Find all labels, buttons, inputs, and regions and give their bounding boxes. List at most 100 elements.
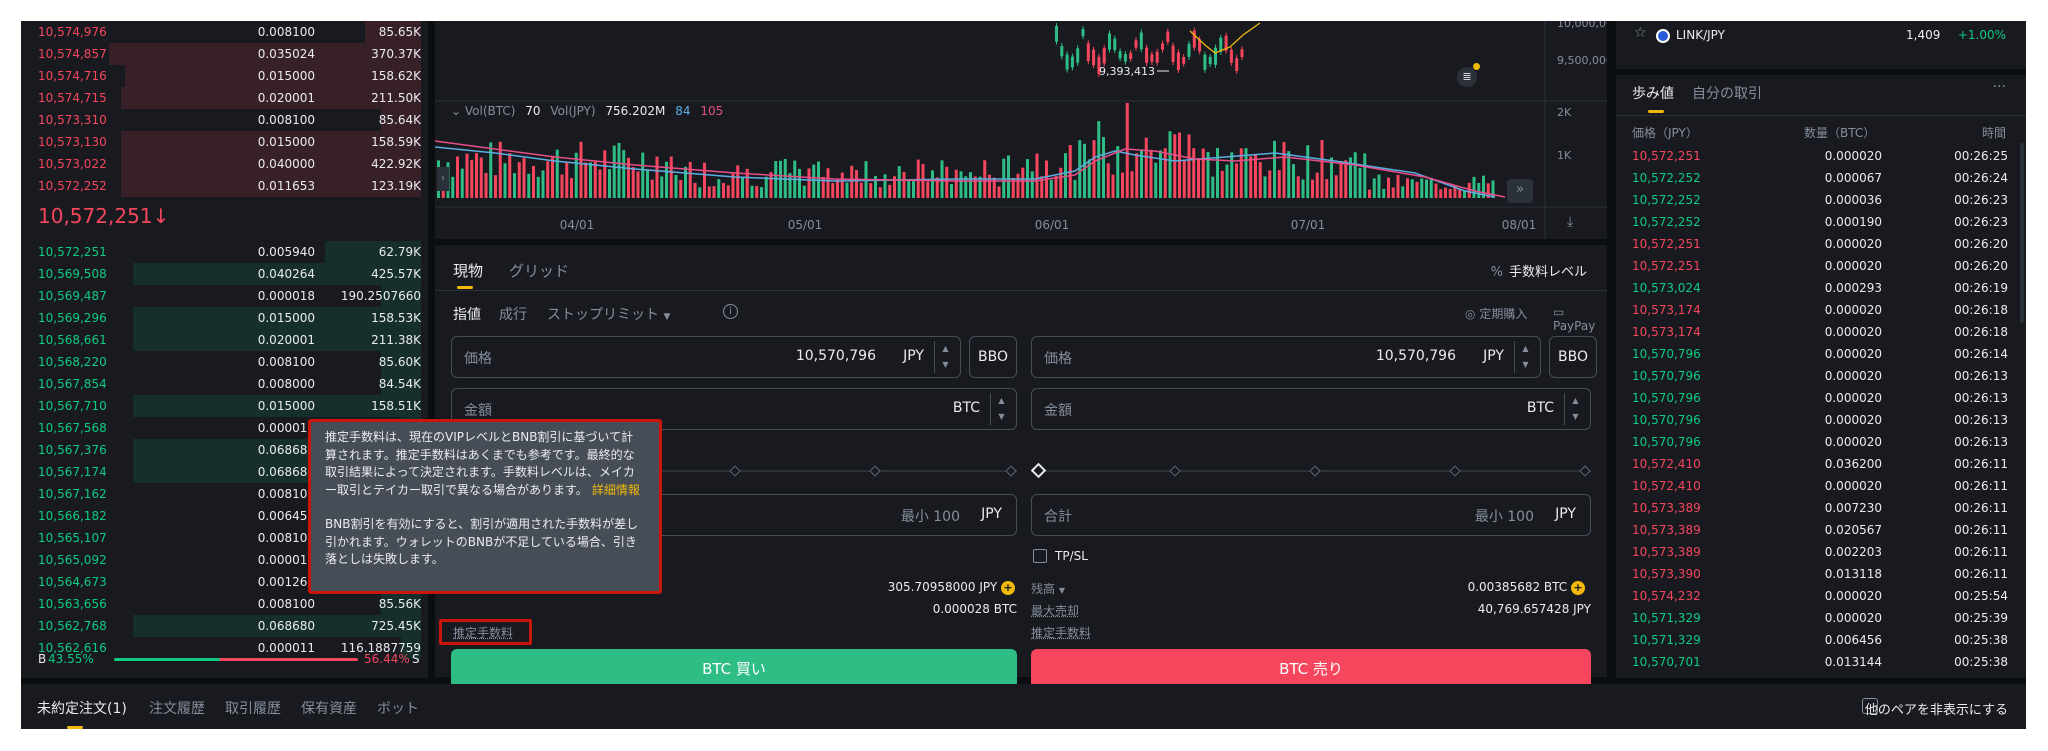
alert-icon[interactable]: ≣ xyxy=(1457,67,1477,87)
bid-row[interactable]: 10,569,296 0.015000 158.53K xyxy=(21,307,421,329)
trade-row[interactable]: 10,573,024 0.000293 00:26:19 xyxy=(1632,277,2018,299)
add-funds-icon[interactable]: + xyxy=(1001,581,1015,595)
slider-stop[interactable] xyxy=(1169,465,1181,477)
sell-amount-input[interactable]: 金額 BTC ▲ ▼ xyxy=(1031,388,1591,430)
order-type-market[interactable]: 成行 xyxy=(499,304,527,324)
sell-price-input[interactable]: 価格 10,570,796 JPY ▲ ▼ xyxy=(1031,336,1541,378)
trade-row[interactable]: 10,573,389 0.007230 00:26:11 xyxy=(1632,497,2018,519)
order-type-stop-limit[interactable]: ストップリミット ▼ xyxy=(547,304,670,324)
trade-row[interactable]: 10,572,251 0.000020 00:26:25 xyxy=(1632,145,2018,167)
tab-spot[interactable]: 現物 xyxy=(453,260,483,281)
trade-row[interactable]: 10,570,796 0.000020 00:26:13 xyxy=(1632,431,2018,453)
sell-amount-slider[interactable] xyxy=(1030,462,1591,479)
chart-scroll-left-icon[interactable]: › xyxy=(437,167,449,191)
sell-amount-stepper[interactable]: ▲ ▼ xyxy=(1564,393,1586,425)
slider-stop[interactable] xyxy=(1579,465,1591,477)
trade-row[interactable]: 10,573,389 0.002203 00:26:11 xyxy=(1632,541,2018,563)
sell-price-value[interactable]: 10,570,796 xyxy=(1376,348,1456,364)
paypay-link[interactable]: ▭ PayPay xyxy=(1553,305,1607,333)
chevron-up-icon[interactable]: ▲ xyxy=(935,341,956,357)
trade-row[interactable]: 10,573,174 0.000020 00:26:18 xyxy=(1632,321,2018,343)
sell-btc-button[interactable]: BTC 売り xyxy=(1031,649,1591,689)
ask-row[interactable]: 10,574,716 0.015000 158.62K xyxy=(21,65,421,87)
bottom-tab[interactable]: 保有資産 xyxy=(301,698,357,718)
chevron-down-icon[interactable]: ▼ xyxy=(1515,357,1536,373)
ask-row[interactable]: 10,572,252 0.011653 123.19K xyxy=(21,175,421,197)
trade-row[interactable]: 10,573,389 0.020567 00:26:11 xyxy=(1632,519,2018,541)
favorite-star-icon[interactable]: ☆ xyxy=(1634,25,1647,41)
slider-stop[interactable] xyxy=(1449,465,1461,477)
more-options-icon[interactable]: ··· xyxy=(1993,79,2006,95)
trade-row[interactable]: 10,572,252 0.000036 00:26:23 xyxy=(1632,189,2018,211)
buy-btc-button[interactable]: BTC 買い xyxy=(451,649,1017,689)
tab-market-trades[interactable]: 歩み値 xyxy=(1632,83,1674,103)
sell-total-input[interactable]: 合計 最小 100 JPY xyxy=(1031,494,1591,536)
bid-row[interactable]: 10,567,710 0.015000 158.51K xyxy=(21,395,421,417)
collapse-chevron-icon[interactable]: ⌄ xyxy=(451,104,461,118)
tab-grid[interactable]: グリッド xyxy=(509,260,569,281)
buy-fee-label[interactable]: 推定手数料 xyxy=(453,624,513,641)
bottom-tab[interactable]: 未約定注文(1) xyxy=(37,698,127,718)
fit-axis-icon[interactable]: ⤓ xyxy=(1567,214,1573,230)
chevron-down-icon[interactable]: ▼ xyxy=(1565,409,1586,425)
slider-stop[interactable] xyxy=(1005,465,1017,477)
bottom-tab[interactable]: ボット xyxy=(377,698,419,718)
slider-stop[interactable] xyxy=(729,465,741,477)
trade-row[interactable]: 10,574,232 0.000020 00:25:54 xyxy=(1632,585,2018,607)
ask-row[interactable]: 10,573,130 0.015000 158.59K xyxy=(21,131,421,153)
chevron-up-icon[interactable]: ▲ xyxy=(991,393,1012,409)
sell-fee-label[interactable]: 推定手数料 xyxy=(1031,624,1091,641)
slider-handle[interactable] xyxy=(1030,462,1047,479)
bid-row[interactable]: 10,568,220 0.008100 85.60K xyxy=(21,351,421,373)
sell-bbo-button[interactable]: BBO xyxy=(1549,336,1597,378)
slider-stop[interactable] xyxy=(869,465,881,477)
buy-price-input[interactable]: 価格 10,570,796 JPY ▲ ▼ xyxy=(451,336,961,378)
buy-bbo-button[interactable]: BBO xyxy=(969,336,1017,378)
trade-row[interactable]: 10,572,252 0.000067 00:26:24 xyxy=(1632,167,2018,189)
trade-row[interactable]: 10,570,796 0.000020 00:26:13 xyxy=(1632,387,2018,409)
bottom-tab[interactable]: 取引履歴 xyxy=(225,698,281,718)
recurring-buy-link[interactable]: ◎ 定期購入 xyxy=(1465,305,1527,322)
trade-row[interactable]: 10,573,174 0.000020 00:26:18 xyxy=(1632,299,2018,321)
bid-row[interactable]: 10,568,661 0.020001 211.38K xyxy=(21,329,421,351)
fee-level-link[interactable]: % 手数料レベル xyxy=(1491,261,1587,280)
bid-row[interactable]: 10,572,251 0.005940 62.79K xyxy=(21,241,421,263)
market-pair-row[interactable]: ☆ LINK/JPY 1,409 +1.00% xyxy=(1616,21,2026,49)
add-funds-icon[interactable]: + xyxy=(1571,581,1585,595)
trade-row[interactable]: 10,572,251 0.000020 00:26:20 xyxy=(1632,255,2018,277)
trade-row[interactable]: 10,571,329 0.006456 00:25:38 xyxy=(1632,629,2018,651)
bid-row[interactable]: 10,567,854 0.008000 84.54K xyxy=(21,373,421,395)
ask-row[interactable]: 10,574,857 0.035024 370.37K xyxy=(21,43,421,65)
bid-row[interactable]: 10,569,487 0.000018 190.2507660 xyxy=(21,285,421,307)
trade-row[interactable]: 10,570,796 0.000020 00:26:13 xyxy=(1632,409,2018,431)
buy-price-value[interactable]: 10,570,796 xyxy=(796,348,876,364)
tooltip-detail-link[interactable]: 詳細情報 xyxy=(592,483,640,497)
chevron-down-icon[interactable]: ▼ xyxy=(935,357,956,373)
chevron-up-icon[interactable]: ▲ xyxy=(1515,341,1536,357)
info-icon[interactable]: i xyxy=(723,304,738,319)
price-chart[interactable]: 9,393,413 10,000,000 9,500,000 2K 1K 04/… xyxy=(435,21,1607,239)
ask-row[interactable]: 10,573,310 0.008100 85.64K xyxy=(21,109,421,131)
trade-row[interactable]: 10,572,410 0.036200 00:26:11 xyxy=(1632,453,2018,475)
sell-price-stepper[interactable]: ▲ ▼ xyxy=(1514,341,1536,373)
bid-row[interactable]: 10,569,508 0.040264 425.57K xyxy=(21,263,421,285)
trades-scrollbar[interactable] xyxy=(2020,143,2024,323)
scroll-latest-button[interactable]: » xyxy=(1507,179,1533,203)
trade-row[interactable]: 10,572,252 0.000190 00:26:23 xyxy=(1632,211,2018,233)
ask-row[interactable]: 10,574,715 0.020001 211.50K xyxy=(21,87,421,109)
sell-balance-dropdown[interactable]: 残高 ▼ xyxy=(1031,580,1065,597)
chevron-down-icon[interactable]: ▼ xyxy=(991,409,1012,425)
trade-row[interactable]: 10,573,390 0.013118 00:26:11 xyxy=(1632,563,2018,585)
trade-row[interactable]: 10,572,410 0.000020 00:26:11 xyxy=(1632,475,2018,497)
candlestick-chart[interactable]: 9,393,413 10,000,000 9,500,000 2K 1K 04/… xyxy=(435,21,1607,239)
tab-my-trades[interactable]: 自分の取引 xyxy=(1692,83,1762,103)
bid-row[interactable]: 10,563,656 0.008100 85.56K xyxy=(21,593,421,615)
chevron-up-icon[interactable]: ▲ xyxy=(1565,393,1586,409)
order-type-limit[interactable]: 指値 xyxy=(453,304,481,324)
trade-row[interactable]: 10,570,796 0.000020 00:26:14 xyxy=(1632,343,2018,365)
ask-row[interactable]: 10,574,976 0.008100 85.65K xyxy=(21,21,421,43)
trade-row[interactable]: 10,570,701 0.013144 00:25:38 xyxy=(1632,651,2018,673)
ask-row[interactable]: 10,573,022 0.040000 422.92K xyxy=(21,153,421,175)
tpsl-checkbox[interactable] xyxy=(1033,549,1047,563)
trade-row[interactable]: 10,570,796 0.000020 00:26:13 xyxy=(1632,365,2018,387)
